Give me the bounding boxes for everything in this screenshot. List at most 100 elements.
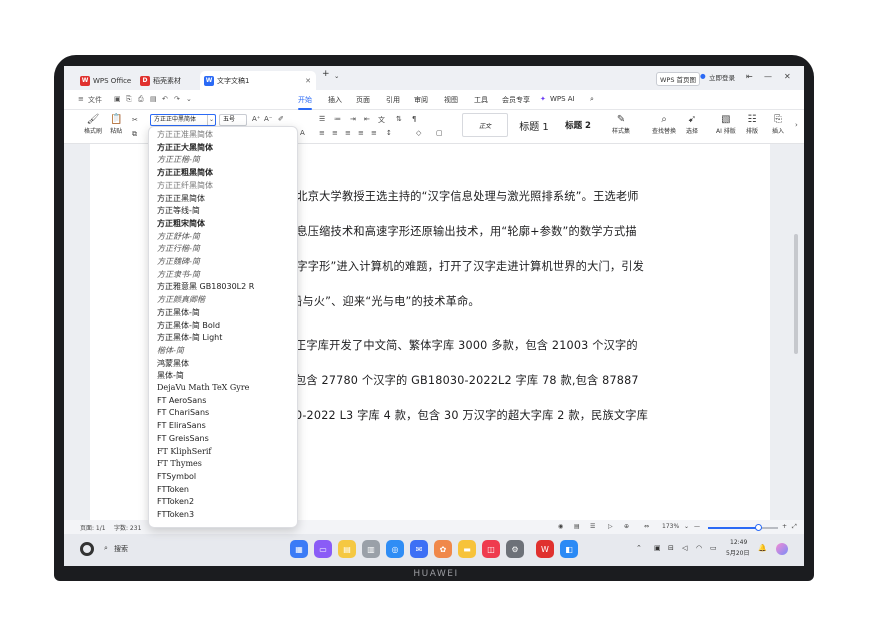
clear-format-icon[interactable]: ✐ xyxy=(278,115,284,123)
align-right-icon[interactable]: ≡ xyxy=(345,129,351,137)
find-replace-button[interactable]: ⌕ 查找替换 xyxy=(652,114,676,135)
font-option[interactable]: 方正隶书-简 xyxy=(157,269,200,280)
zoom-slider-handle[interactable] xyxy=(755,524,762,531)
sort-icon[interactable]: ⇅ xyxy=(396,115,402,123)
multitask-icon[interactable]: ▦ xyxy=(290,540,308,558)
align-center-icon[interactable]: ≡ xyxy=(332,129,338,137)
indent-icon[interactable]: ⇥ xyxy=(350,115,356,123)
style-normal[interactable]: 正文 xyxy=(462,113,508,137)
gallery-icon[interactable]: ▭ xyxy=(314,540,332,558)
menu-file[interactable]: 文件 xyxy=(88,95,102,105)
font-option[interactable]: 方正正粗黑简体 xyxy=(157,167,213,178)
notification-bell-icon[interactable]: 🔔 xyxy=(758,544,767,552)
highlight-icon[interactable]: A xyxy=(300,129,305,137)
copy-icon[interactable]: ⧉ xyxy=(132,130,137,139)
search-small-icon[interactable]: ⌕ xyxy=(104,544,108,553)
web-layout-icon[interactable]: ⊕ xyxy=(624,523,629,530)
print-icon[interactable]: ⎙ xyxy=(138,95,144,104)
font-option[interactable]: FT Thymes xyxy=(157,459,202,468)
menu-home[interactable]: 开始 xyxy=(298,95,312,110)
paste-button[interactable]: 📋 粘贴 xyxy=(110,114,122,135)
tray-expand-icon[interactable]: ⌃ xyxy=(636,544,642,552)
font-option[interactable]: 方正正大黑简体 xyxy=(157,142,213,153)
export-icon[interactable]: ⎘ xyxy=(126,95,132,104)
menu-wps-ai[interactable]: WPS AI xyxy=(550,95,575,103)
notes-icon[interactable]: ▤ xyxy=(338,540,356,558)
tab-list-chevron-icon[interactable]: ⌄ xyxy=(334,72,339,80)
font-option[interactable]: 方正正黑简体 xyxy=(157,193,205,204)
font-option[interactable]: DejaVu Math TeX Gyre xyxy=(157,383,249,392)
font-option[interactable]: 方正魏碑-简 xyxy=(157,256,200,267)
redo-icon[interactable]: ↷ xyxy=(174,95,180,103)
close-window-button[interactable]: ✕ xyxy=(784,72,791,81)
fit-width-icon[interactable]: ⇔ xyxy=(644,523,649,530)
zoom-slider[interactable] xyxy=(708,524,778,531)
font-option[interactable]: FTToken3 xyxy=(157,510,194,519)
font-option[interactable]: 楷体-简 xyxy=(157,345,184,356)
outline-view-icon[interactable]: ☰ xyxy=(590,523,595,530)
network-icon[interactable]: ⊟ xyxy=(668,544,674,552)
menu-view[interactable]: 视图 xyxy=(444,95,458,105)
play-icon[interactable]: ▷ xyxy=(608,523,613,530)
zoom-level[interactable]: 173% xyxy=(662,523,679,530)
font-option[interactable]: 方正舒体-简 xyxy=(157,231,200,242)
font-option[interactable]: 方正雅意黑 GB18030L2 R xyxy=(157,281,254,292)
font-option[interactable]: 方正行楷-简 xyxy=(157,243,200,254)
mail-icon[interactable]: ✉ xyxy=(410,540,428,558)
cut-icon[interactable]: ✂ xyxy=(132,116,138,124)
browser-icon[interactable]: ◎ xyxy=(386,540,404,558)
word-count[interactable]: 字数: 231 xyxy=(114,523,141,532)
minimize-button[interactable]: — xyxy=(764,72,772,81)
grow-font-icon[interactable]: A⁺ xyxy=(252,115,260,123)
distributed-icon[interactable]: ≡ xyxy=(371,129,377,137)
shrink-font-icon[interactable]: A⁻ xyxy=(264,115,272,123)
avatar-icon[interactable]: ● xyxy=(700,72,706,80)
menu-references[interactable]: 引用 xyxy=(386,95,400,105)
zoom-in-button[interactable]: + xyxy=(782,523,787,530)
font-option[interactable]: 方正正楷-简 xyxy=(157,154,200,165)
align-left-icon[interactable]: ≡ xyxy=(319,129,325,137)
docs-taskbar-icon[interactable]: ◧ xyxy=(560,540,578,558)
text-direction-icon[interactable]: 文 xyxy=(378,115,385,125)
font-option[interactable]: 方正黑体-简 Light xyxy=(157,332,222,343)
font-option[interactable]: FTToken2 xyxy=(157,497,194,506)
trash-icon[interactable]: ▥ xyxy=(362,540,380,558)
show-marks-icon[interactable]: ¶ xyxy=(412,115,416,123)
app-store-icon[interactable]: ◫ xyxy=(482,540,500,558)
tab-docer[interactable]: D 稻壳素材 xyxy=(136,71,198,90)
select-button[interactable]: ➹ 选择 xyxy=(686,114,698,135)
format-painter-button[interactable]: 🖌 格式刷 xyxy=(84,114,102,135)
font-option[interactable]: 方正粗宋简体 xyxy=(157,218,205,229)
font-option[interactable]: FT AeroSans xyxy=(157,396,206,405)
save-icon[interactable]: ▣ xyxy=(114,95,121,103)
clock-date[interactable]: 5月20日 xyxy=(726,548,749,557)
menu-member[interactable]: 会员专享 xyxy=(502,95,530,105)
ai-layout-button[interactable]: ▧ AI 排版 xyxy=(716,114,736,135)
font-option[interactable]: FT KliphSerif xyxy=(157,447,211,456)
fullscreen-icon[interactable]: ⤢ xyxy=(792,523,797,531)
layout-button[interactable]: ☷ 排版 xyxy=(746,114,758,135)
photos-icon[interactable]: ✿ xyxy=(434,540,452,558)
font-option[interactable]: FTSymbol xyxy=(157,472,196,481)
font-option[interactable]: 鸿蒙黑体 xyxy=(157,358,189,369)
style-heading-2[interactable]: 标题 2 xyxy=(558,113,598,137)
style-set-button[interactable]: ✎ 样式集 xyxy=(612,114,630,135)
pin-icon[interactable]: ⇤ xyxy=(746,72,753,81)
search-icon[interactable]: ⌕ xyxy=(590,95,594,104)
font-option[interactable]: 方正等线-简 xyxy=(157,205,200,216)
font-option[interactable]: FT EliraSans xyxy=(157,421,206,430)
new-tab-button[interactable]: + xyxy=(322,69,330,79)
font-option[interactable]: 方正黑体-简 xyxy=(157,307,200,318)
font-name-select[interactable]: 方正正中黑简体 ⌄ xyxy=(150,114,216,126)
menu-insert[interactable]: 插入 xyxy=(328,95,342,105)
wps-taskbar-icon[interactable]: W xyxy=(536,540,554,558)
style-heading-1[interactable]: 标题 1 xyxy=(512,113,556,137)
font-option[interactable]: FTToken xyxy=(157,485,189,494)
volume-icon[interactable]: ◁ xyxy=(682,544,687,552)
shading-icon[interactable]: ◇ xyxy=(416,129,421,137)
bullets-icon[interactable]: ☰ xyxy=(319,115,325,123)
chevron-down-icon[interactable]: ⌄ xyxy=(207,115,215,125)
font-option[interactable]: 方正颜真卿楷 xyxy=(157,294,205,305)
font-option[interactable]: 方正正纤黑简体 xyxy=(157,180,213,191)
menu-tools[interactable]: 工具 xyxy=(474,95,488,105)
